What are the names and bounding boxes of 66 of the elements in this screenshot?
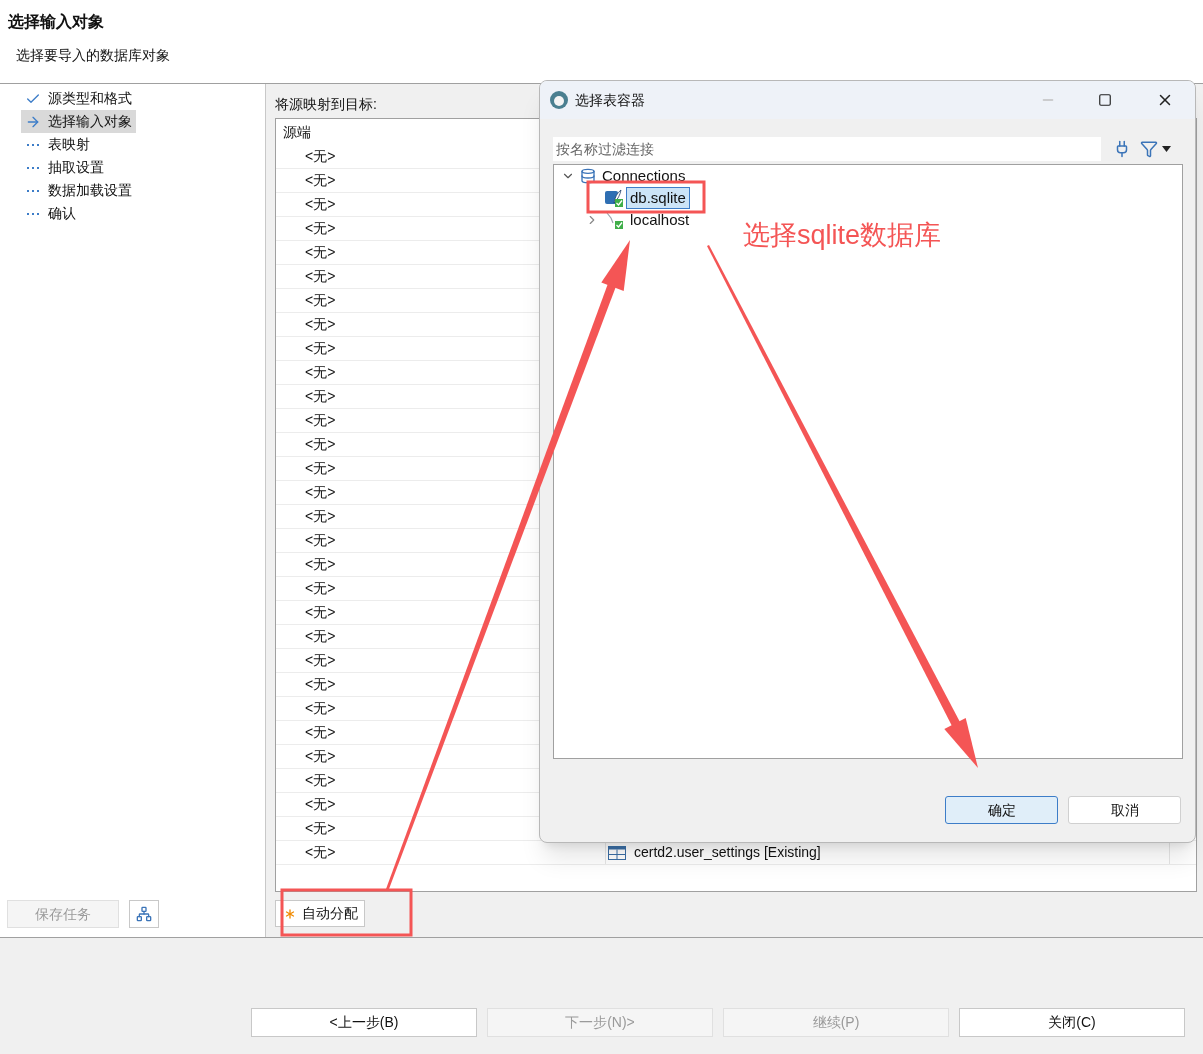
table-cell-text: <无> <box>305 603 336 622</box>
tree-item[interactable]: localhost <box>626 209 694 231</box>
step-item[interactable]: 数据加载设置 <box>21 179 136 202</box>
table-cell-text: <无> <box>305 819 336 838</box>
app-logo-icon <box>549 90 569 110</box>
network-icon-button[interactable] <box>129 900 159 928</box>
table-cell-text: <无> <box>305 483 336 502</box>
table-cell-text: <无> <box>305 771 336 790</box>
maximize-icon[interactable] <box>1098 93 1112 107</box>
step-item[interactable]: 确认 <box>21 202 80 225</box>
mapping-label: 将源映射到目标: <box>275 95 377 114</box>
table-cell-text: <无> <box>305 435 336 454</box>
dots-icon <box>27 143 39 146</box>
table-cell-text: <无> <box>305 363 336 382</box>
table-icon <box>608 845 626 860</box>
dropdown-caret-icon[interactable] <box>1162 146 1171 152</box>
table-cell-text: <无> <box>305 843 336 862</box>
table-cell-text: <无> <box>305 747 336 766</box>
dots-icon <box>27 212 39 215</box>
table-cell-text: <无> <box>305 555 336 574</box>
column-header: 源端 <box>282 122 312 142</box>
table-cell-text: <无> <box>305 315 336 334</box>
step-item[interactable]: 选择输入对象 <box>21 110 136 133</box>
dialog-title: 选择表容器 <box>575 90 645 110</box>
step-item[interactable]: 表映射 <box>21 133 94 156</box>
table-cell-text: <无> <box>305 531 336 550</box>
dots-icon <box>27 166 39 169</box>
filter-field[interactable]: 按名称过滤连接 <box>553 137 1101 161</box>
step-item[interactable]: 源类型和格式 <box>21 87 136 110</box>
dots-icon <box>27 189 39 192</box>
table-cell-text: <无> <box>305 243 336 262</box>
sqlite-icon <box>604 189 624 207</box>
filter-icon[interactable] <box>1140 140 1158 158</box>
table-cell-text: <无> <box>305 699 336 718</box>
table-cell-text: <无> <box>305 171 336 190</box>
table-cell-text: <无> <box>305 795 336 814</box>
database-icon <box>580 168 596 184</box>
step-item[interactable]: 抽取设置 <box>21 156 108 179</box>
table-cell-text: <无> <box>305 339 336 358</box>
dialog-button[interactable]: 确定 <box>945 796 1058 824</box>
annotation-text: 选择sqlite数据库 <box>743 219 942 252</box>
table-cell-text: <无> <box>305 651 336 670</box>
table-cell-text: <无> <box>305 459 336 478</box>
wizard-button[interactable]: 关闭(C) <box>959 1008 1185 1037</box>
table-cell-text: <无> <box>305 411 336 430</box>
tree-item[interactable]: Connections <box>598 165 690 187</box>
tree-item[interactable]: db.sqlite <box>626 187 690 209</box>
table-cell-text: <无> <box>305 627 336 646</box>
dialog-button[interactable]: 取消 <box>1068 796 1181 824</box>
table-cell-text: <无> <box>305 579 336 598</box>
network-icon <box>136 906 152 922</box>
table-cell-text: <无> <box>305 723 336 742</box>
table-cell-text: certd2.user_settings [Existing] <box>634 843 821 862</box>
page-title: 选择输入对象 <box>8 12 105 32</box>
table-cell-text: <无> <box>305 195 336 214</box>
table-cell-text: <无> <box>305 219 336 238</box>
table-cell-text: <无> <box>305 147 336 166</box>
table-cell-text: <无> <box>305 267 336 286</box>
wizard-button[interactable]: <上一步(B) <box>251 1008 477 1037</box>
table-cell-text: <无> <box>305 675 336 694</box>
page-subtitle: 选择要导入的数据库对象 <box>16 46 171 65</box>
plug-icon <box>604 211 624 229</box>
table-cell-text: <无> <box>305 507 336 526</box>
table-cell-text: <无> <box>305 387 336 406</box>
auto-assign-button[interactable]: 自动分配 <box>275 900 365 927</box>
table-cell-text: <无> <box>305 291 336 310</box>
